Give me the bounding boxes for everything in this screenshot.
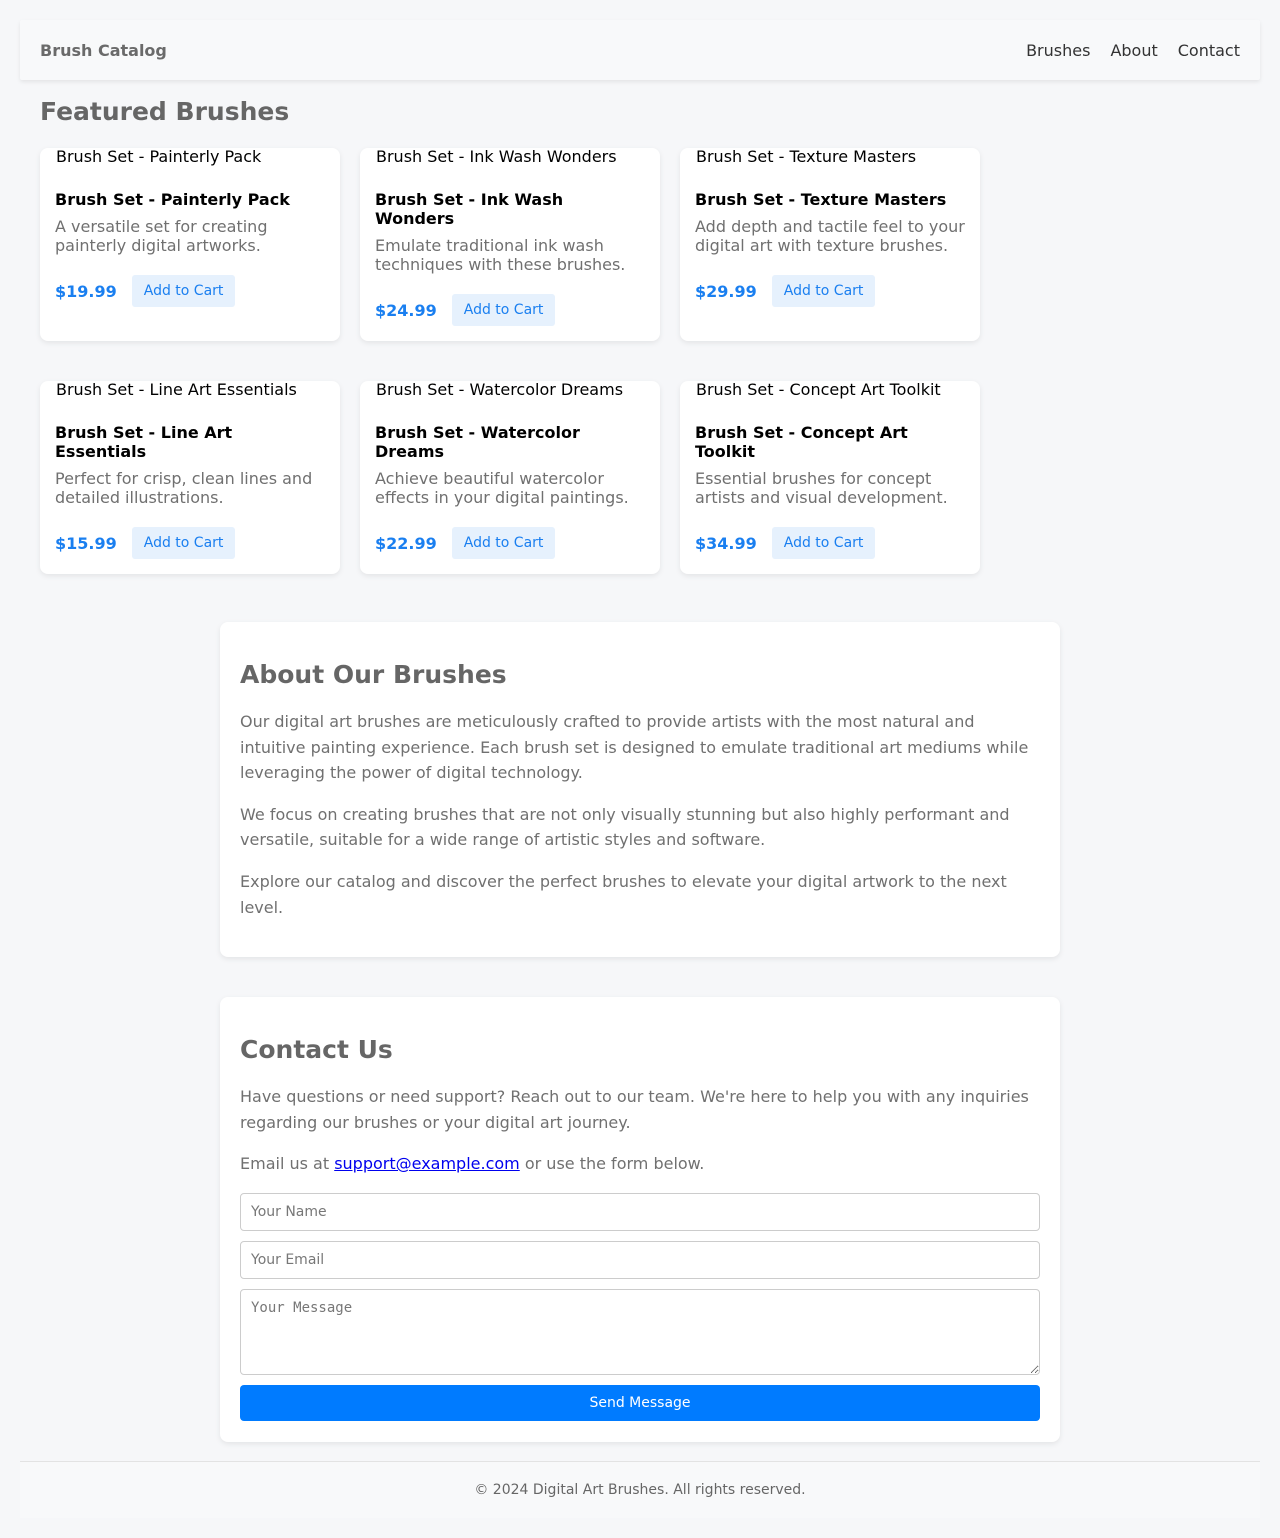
contact-section: Contact Us Have questions or need suppor… — [220, 997, 1060, 1442]
contact-email-line: Email us at support@example.com or use t… — [240, 1151, 1040, 1177]
product-price: $19.99 — [55, 281, 117, 301]
broken-image-icon — [680, 381, 696, 397]
add-to-cart-button[interactable]: Add to Cart — [131, 527, 236, 559]
about-section: About Our Brushes Our digital art brushe… — [220, 622, 1060, 957]
product-card: Brush Set - Watercolor Dreams Brush Set … — [360, 381, 660, 574]
product-price: $24.99 — [375, 300, 437, 320]
footer: © 2024 Digital Art Brushes. All rights r… — [20, 1461, 1260, 1518]
contact-intro: Have questions or need support? Reach ou… — [240, 1087, 1029, 1132]
email-input[interactable] — [240, 1240, 1040, 1279]
product-description: Add depth and tactile feel to your digit… — [695, 217, 965, 255]
add-to-cart-button[interactable]: Add to Cart — [451, 294, 556, 326]
name-input[interactable] — [240, 1192, 1040, 1231]
product-name: Brush Set - Painterly Pack — [55, 190, 290, 209]
product-price: $34.99 — [695, 533, 757, 553]
product-description: Perfect for crisp, clean lines and detai… — [55, 469, 313, 507]
message-textarea[interactable] — [240, 1288, 1040, 1375]
contact-title: Contact Us — [240, 1035, 393, 1064]
product-price: $15.99 — [55, 533, 117, 553]
email-suffix: or use the form below. — [519, 1154, 705, 1174]
about-paragraph: We focus on creating brushes that are no… — [240, 804, 1010, 850]
brand-logo[interactable]: Brush Catalog — [40, 41, 167, 60]
about-title: About Our Brushes — [240, 660, 507, 689]
email-prefix: Email us at — [240, 1154, 335, 1174]
broken-image-icon — [360, 148, 376, 164]
product-name: Brush Set - Concept Art Toolkit — [695, 423, 908, 461]
product-image: Brush Set - Texture Masters — [680, 148, 980, 166]
product-description: Achieve beautiful watercolor effects in … — [375, 469, 629, 507]
product-image-alt: Brush Set - Watercolor Dreams — [376, 381, 624, 399]
add-to-cart-button[interactable]: Add to Cart — [771, 275, 876, 307]
product-card: Brush Set - Ink Wash Wonders Brush Set -… — [360, 148, 660, 341]
copyright-text: © 2024 Digital Art Brushes. All rights r… — [474, 1482, 806, 1498]
product-grid: Brush Set - Painterly Pack Brush Set - P… — [40, 148, 980, 574]
product-image: Brush Set - Line Art Essentials — [40, 381, 340, 399]
add-to-cart-button[interactable]: Add to Cart — [771, 527, 876, 559]
nav-link-contact[interactable]: Contact — [1178, 41, 1240, 60]
nav-links: Brushes About Contact — [1026, 41, 1240, 60]
support-email-link[interactable]: support@example.com — [334, 1154, 520, 1173]
product-image: Brush Set - Concept Art Toolkit — [680, 381, 980, 399]
product-image-alt: Brush Set - Texture Masters — [696, 148, 917, 166]
product-description: Emulate traditional ink wash techniques … — [375, 236, 626, 274]
add-to-cart-button[interactable]: Add to Cart — [451, 527, 556, 559]
product-card: Brush Set - Painterly Pack Brush Set - P… — [40, 148, 340, 341]
product-card: Brush Set - Line Art Essentials Brush Se… — [40, 381, 340, 574]
send-message-button[interactable]: Send Message — [240, 1384, 1040, 1421]
product-description: A versatile set for creating painterly d… — [55, 217, 268, 255]
nav-link-about[interactable]: About — [1110, 41, 1157, 60]
navbar: Brush Catalog Brushes About Contact — [20, 20, 1260, 80]
broken-image-icon — [680, 148, 696, 164]
product-image: Brush Set - Painterly Pack — [40, 148, 340, 166]
product-image-alt: Brush Set - Painterly Pack — [56, 148, 262, 166]
about-paragraph: Explore our catalog and discover the per… — [240, 871, 1007, 917]
product-description: Essential brushes for concept artists an… — [695, 469, 948, 507]
about-paragraph: Our digital art brushes are meticulously… — [240, 712, 1029, 783]
product-name: Brush Set - Ink Wash Wonders — [375, 190, 564, 228]
broken-image-icon — [40, 381, 56, 397]
product-image: Brush Set - Watercolor Dreams — [360, 381, 660, 399]
product-image-alt: Brush Set - Concept Art Toolkit — [696, 381, 941, 399]
product-price: $29.99 — [695, 281, 757, 301]
product-name: Brush Set - Texture Masters — [695, 190, 947, 209]
product-name: Brush Set - Watercolor Dreams — [375, 423, 580, 461]
product-image-alt: Brush Set - Ink Wash Wonders — [376, 148, 617, 166]
add-to-cart-button[interactable]: Add to Cart — [131, 275, 236, 307]
nav-link-brushes[interactable]: Brushes — [1026, 41, 1090, 60]
product-card: Brush Set - Texture Masters Brush Set - … — [680, 148, 980, 341]
product-image-alt: Brush Set - Line Art Essentials — [56, 381, 297, 399]
product-name: Brush Set - Line Art Essentials — [55, 423, 233, 461]
featured-title: Featured Brushes — [40, 97, 290, 126]
product-price: $22.99 — [375, 533, 437, 553]
broken-image-icon — [40, 148, 56, 164]
product-card: Brush Set - Concept Art Toolkit Brush Se… — [680, 381, 980, 574]
product-image: Brush Set - Ink Wash Wonders — [360, 148, 660, 166]
broken-image-icon — [360, 381, 376, 397]
